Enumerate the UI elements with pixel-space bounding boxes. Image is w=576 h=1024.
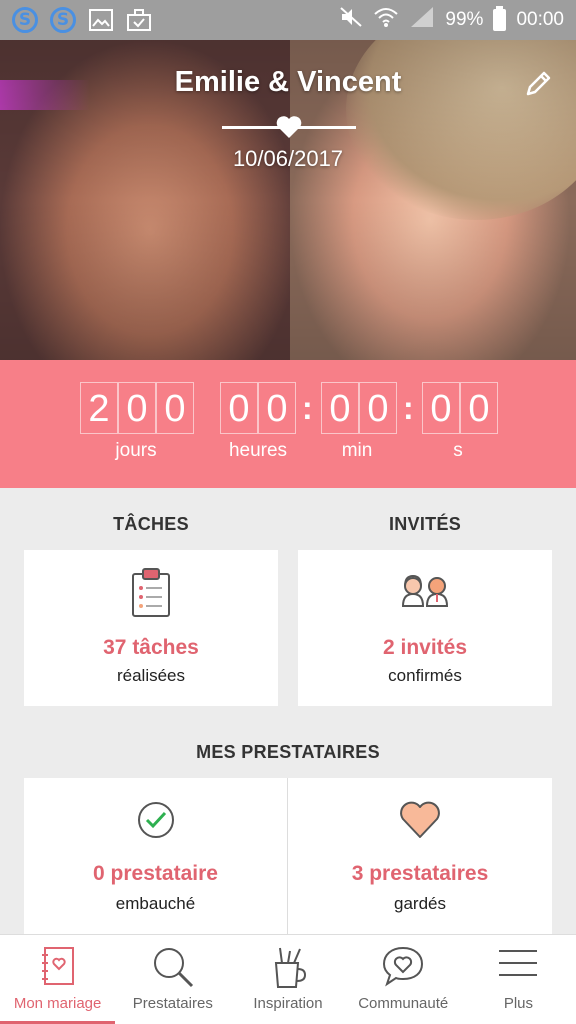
guests-title: INVITÉS [388, 514, 462, 534]
tasks-card[interactable]: 37 tâches réalisées [24, 550, 278, 706]
bottom-nav: Mon mariage Prestataires Inspiration Com… [0, 934, 576, 1024]
tasks-value: 37 tâches [103, 636, 199, 659]
couple-icon [401, 574, 449, 607]
couple-name: Emilie & Vincent [174, 66, 402, 98]
guests-card[interactable]: 2 invités confirmés [298, 550, 552, 706]
guests-value: 2 invités [382, 636, 468, 659]
saved-vendors-sub: gardés [394, 894, 446, 913]
battery-icon [493, 6, 507, 31]
notebook-icon [41, 947, 74, 985]
s-app-icon: S [50, 7, 76, 33]
nav-mon-mariage[interactable]: Mon mariage [0, 935, 116, 1024]
nav-inspiration[interactable]: Inspiration [230, 935, 345, 1024]
heart-icon [276, 116, 302, 138]
nav-label: Plus [503, 995, 533, 1012]
countdown-hours: 0 0 [220, 382, 296, 434]
countdown: 2 0 0 0 0 : 0 0 : 0 0 jours heures min s [0, 360, 576, 488]
nav-communaute[interactable]: Communauté [346, 935, 461, 1024]
countdown-minutes: 0 0 [321, 382, 397, 434]
countdown-digit: 0 [321, 382, 359, 434]
pencil-icon[interactable] [524, 68, 554, 98]
hired-vendors-sub: embauché [115, 894, 196, 913]
countdown-digit: 0 [422, 382, 460, 434]
countdown-separator: : [302, 390, 313, 426]
saved-vendors-value: 3 prestataires [351, 862, 489, 885]
clock: 00:00 [516, 9, 564, 30]
s-app-icon: S [12, 7, 38, 33]
status-bar: S S 99% 00:00 [0, 0, 576, 40]
countdown-seconds: 0 0 [422, 382, 498, 434]
tasks-title: TÂCHES [113, 514, 189, 534]
hired-vendors-value: 0 prestataire [93, 862, 218, 885]
wedding-date: 10/06/2017 [232, 146, 344, 171]
countdown-digit: 0 [118, 382, 156, 434]
nav-label: Prestataires [132, 995, 213, 1012]
countdown-digit: 0 [460, 382, 498, 434]
vendors-title: MES PRESTATAIRES [196, 742, 380, 762]
menu-icon [499, 950, 538, 976]
nav-plus[interactable]: Plus [461, 935, 576, 1024]
nav-label: Inspiration [253, 995, 323, 1012]
hired-vendors-card[interactable]: 0 prestataire embauché [24, 778, 287, 934]
saved-vendors-card[interactable]: 3 prestataires gardés [288, 778, 552, 934]
pencil-cup-icon [274, 947, 306, 988]
countdown-label-days: jours [115, 440, 157, 461]
countdown-separator: : [403, 390, 414, 426]
heart-icon [400, 801, 440, 838]
countdown-label-minutes: min [341, 440, 373, 461]
wifi-icon [373, 6, 399, 34]
nav-label: Mon mariage [13, 995, 102, 1012]
image-icon [88, 7, 114, 33]
briefcase-icon [126, 7, 152, 33]
guests-sub: confirmés [388, 666, 462, 685]
check-circle-icon [137, 802, 174, 838]
couple-photo[interactable]: Emilie & Vincent 10/06/2017 [0, 40, 576, 360]
countdown-days: 2 0 0 [80, 382, 194, 434]
countdown-label-seconds: s [453, 440, 463, 461]
countdown-label-hours: heures [228, 440, 288, 461]
heart-divider [222, 116, 356, 138]
nav-label: Communauté [358, 995, 449, 1012]
countdown-digit: 0 [220, 382, 258, 434]
nav-prestataires[interactable]: Prestataires [115, 935, 230, 1024]
countdown-digit: 0 [258, 382, 296, 434]
countdown-digit: 0 [156, 382, 194, 434]
mute-icon [339, 6, 363, 34]
chat-heart-icon [383, 946, 424, 987]
countdown-digit: 0 [359, 382, 397, 434]
search-icon [153, 948, 193, 988]
battery-percent: 99% [445, 9, 484, 30]
countdown-digit: 2 [80, 382, 118, 434]
signal-icon [409, 6, 435, 34]
tasks-sub: réalisées [116, 666, 186, 685]
clipboard-icon [132, 568, 170, 617]
